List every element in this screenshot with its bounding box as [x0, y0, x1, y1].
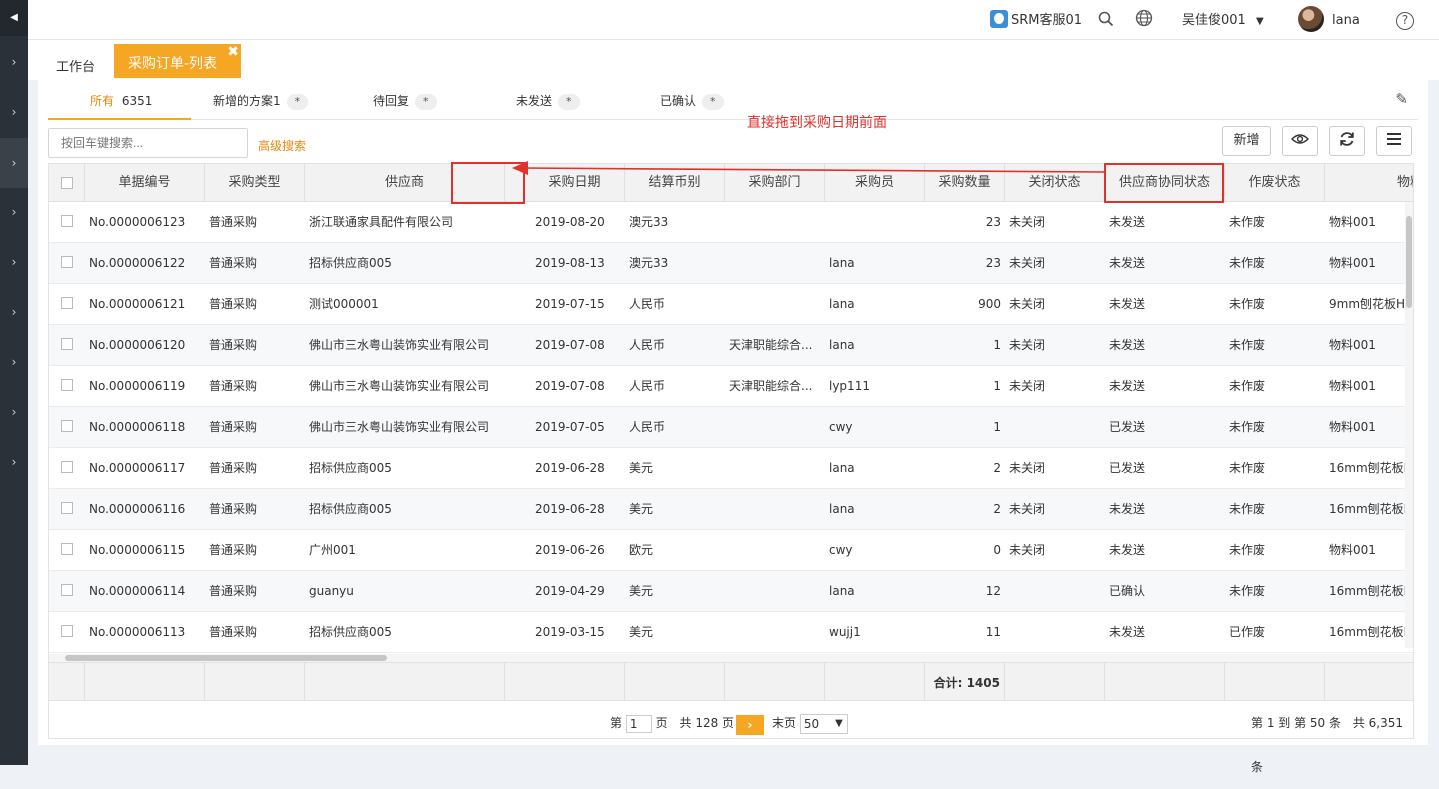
drag-arrow-icon: [512, 161, 1105, 175]
